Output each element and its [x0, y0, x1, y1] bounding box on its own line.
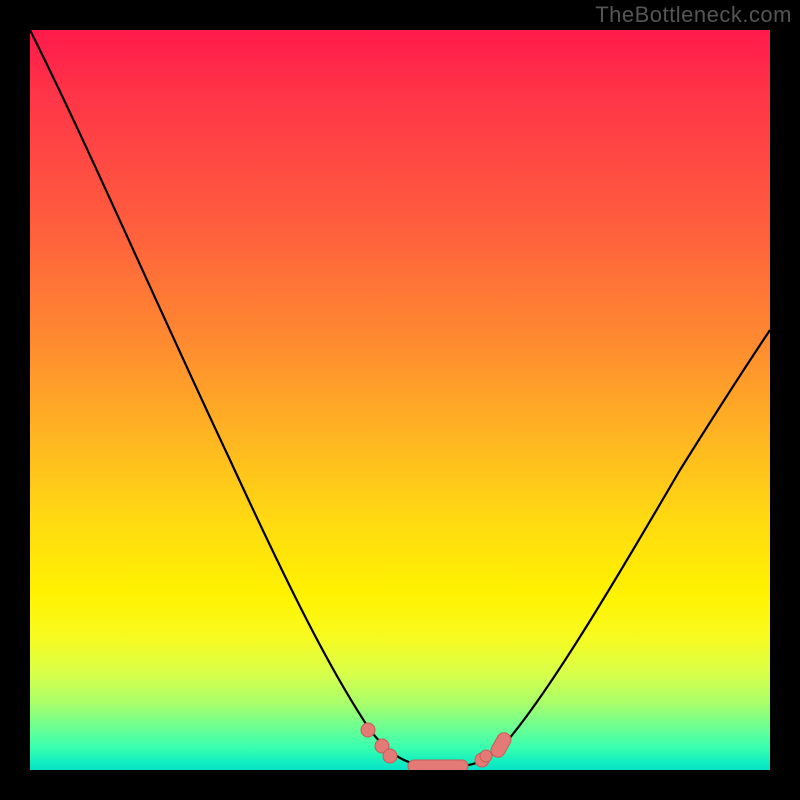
plot-area — [30, 30, 770, 770]
watermark-text: TheBottleneck.com — [595, 2, 792, 28]
curve-path — [30, 30, 770, 766]
trough-markers — [361, 723, 514, 770]
bottleneck-curve — [30, 30, 770, 770]
chart-frame: TheBottleneck.com — [0, 0, 800, 800]
